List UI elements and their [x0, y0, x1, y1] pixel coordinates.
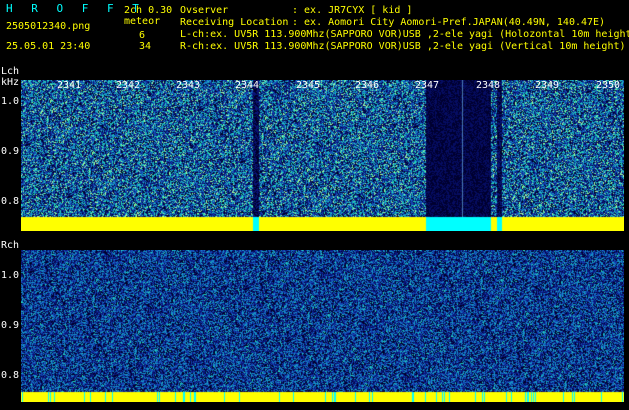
rch-ytick-1-0: 1.0 — [1, 270, 20, 281]
rch-channel-label: Rch — [1, 240, 20, 251]
rch-ytick-0-9: 0.9 — [1, 320, 20, 331]
lch-channel-label: Lch — [1, 66, 20, 77]
rch-info: R-ch:ex. UV5R 113.900Mhz(SAPPORO VOR)USB… — [180, 41, 626, 52]
lch-time-tick: 2347 — [415, 80, 440, 91]
datetime-label: 25.05.01 23:40 — [6, 41, 91, 52]
lch-time-tick: 2342 — [116, 80, 141, 91]
lch-ytick-0-8: 0.8 — [1, 196, 20, 207]
lch-spectrogram-canvas — [21, 80, 624, 231]
lch-time-tick: 2346 — [355, 80, 380, 91]
filename-label: 2505012340.png — [6, 21, 91, 32]
lch-time-tick: 2343 — [176, 80, 201, 91]
lch-ytick-1-0: 1.0 — [1, 96, 20, 107]
lch-unit-label: kHz — [1, 77, 20, 88]
lch-time-tick: 2350 — [596, 80, 621, 91]
observer-label: Ovserver — [180, 5, 229, 16]
lch-time-tick: 2344 — [235, 80, 260, 91]
lch-info: L-ch:ex. UV5R 113.900Mhz(SAPPORO VOR)USB… — [180, 29, 629, 40]
rch-spectrogram-canvas — [21, 250, 624, 402]
lch-time-tick: 2345 — [296, 80, 321, 91]
lch-time-tick: 2349 — [535, 80, 560, 91]
lch-time-tick: 2341 — [57, 80, 82, 91]
observer-value: : ex. JR7CYX [ kid ] — [292, 5, 413, 16]
meteor-label: meteor — [124, 16, 161, 27]
mode-label: 2ch 0.30 — [124, 5, 173, 16]
rch-ytick-0-8: 0.8 — [1, 370, 20, 381]
meteor-rch-count: 34 — [139, 41, 152, 52]
lch-spectrogram[interactable] — [21, 80, 624, 231]
lch-ytick-0-9: 0.9 — [1, 146, 20, 157]
lch-time-tick: 2348 — [476, 80, 501, 91]
location-value: : ex. Aomori City Aomori-Pref.JAPAN(40.4… — [292, 17, 606, 28]
location-label: Receiving Location — [180, 17, 289, 28]
meteor-lch-count: 6 — [139, 30, 146, 41]
rch-spectrogram[interactable] — [21, 250, 624, 402]
